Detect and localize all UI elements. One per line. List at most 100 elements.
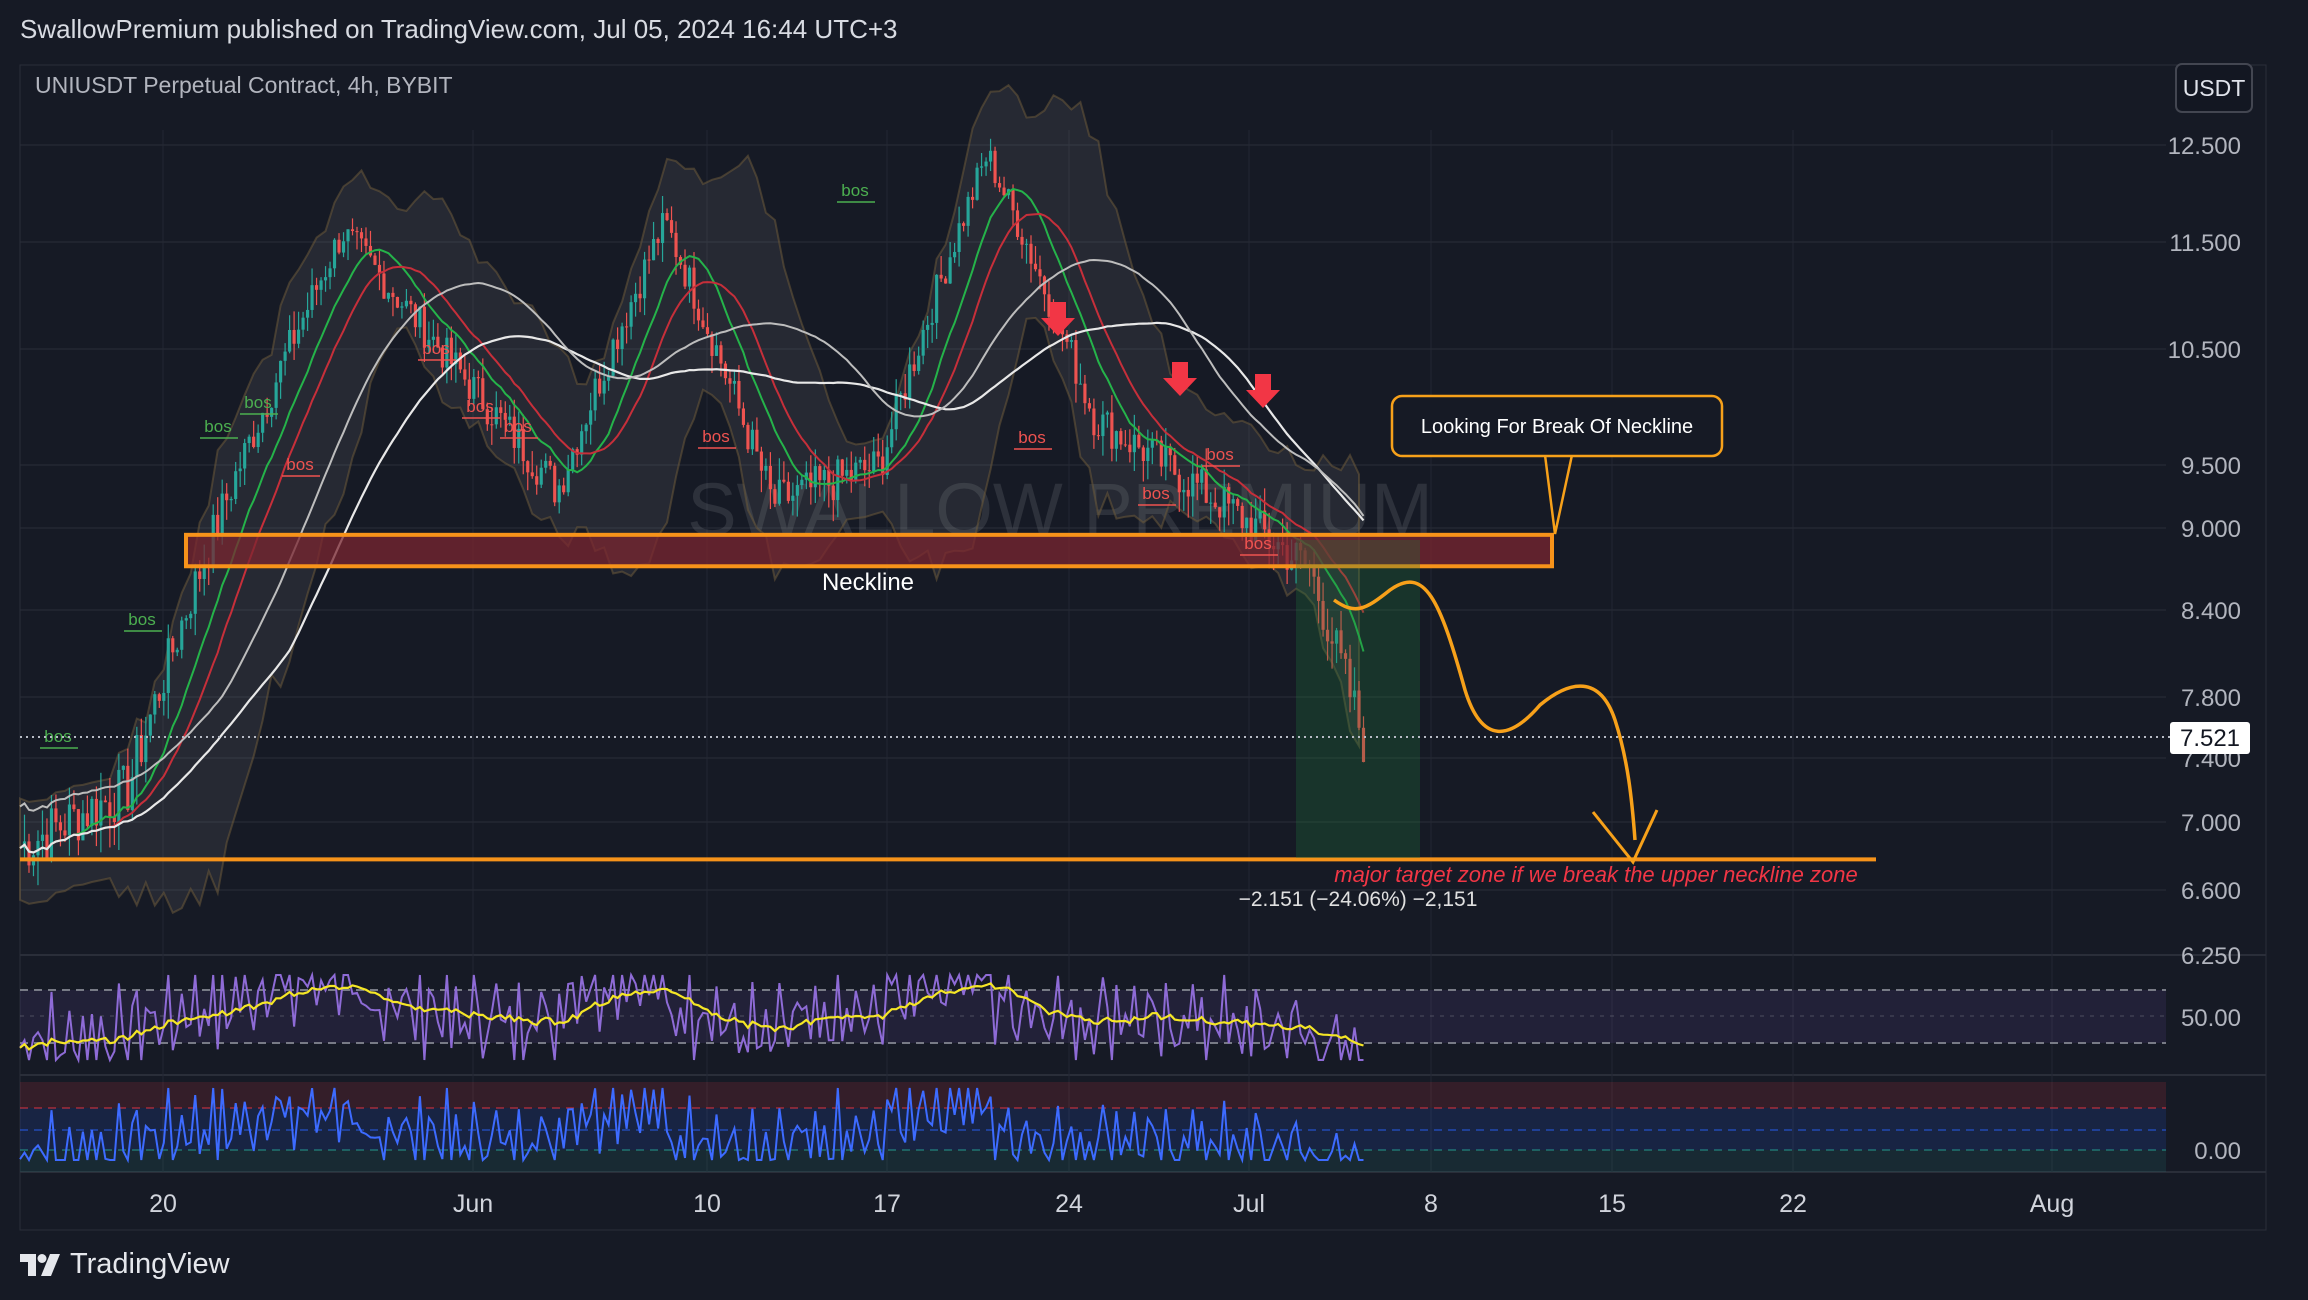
candle-body <box>274 382 278 408</box>
candle-body <box>1074 340 1078 384</box>
candle-body <box>247 436 251 444</box>
candle-body <box>135 735 139 778</box>
candle-body <box>58 822 63 831</box>
price-tick: 6.600 <box>2181 878 2241 905</box>
candle-body <box>719 345 723 364</box>
candle-body <box>674 232 678 258</box>
candle-body <box>234 471 238 499</box>
candle-body <box>750 429 754 450</box>
candle-body <box>243 443 247 469</box>
candle-body <box>755 429 759 452</box>
candle-body <box>701 320 705 328</box>
candle-body <box>912 364 916 372</box>
candle-body <box>935 274 939 323</box>
candle-body <box>1011 189 1015 211</box>
candle-body <box>773 489 777 504</box>
candle-body <box>1114 431 1118 449</box>
time-tick: Jul <box>1233 1190 1265 1218</box>
candle-body <box>1245 517 1249 529</box>
candle-body <box>121 765 125 770</box>
candle-body <box>148 714 152 736</box>
time-tick: 24 <box>1055 1190 1083 1218</box>
candle-body <box>732 380 737 384</box>
candle-body <box>836 459 840 501</box>
candle-body <box>786 481 790 501</box>
candle-body <box>229 498 233 501</box>
candle-body <box>1213 502 1217 508</box>
candle-body <box>494 407 498 425</box>
target-note: major target zone if we break the upper … <box>1334 862 1857 887</box>
candle-body <box>714 345 719 356</box>
candle-body <box>593 378 597 411</box>
candle-body <box>625 326 629 328</box>
candle-body <box>782 479 786 482</box>
candle-body <box>49 808 54 858</box>
bos-label: bos <box>204 417 231 436</box>
bos-label: bos <box>128 610 155 629</box>
osc-tick: 0.00 <box>2194 1138 2241 1165</box>
bos-label: bos <box>504 417 531 436</box>
price-axis[interactable]: 12.500 11.500 10.500 9.500 9.000 8.400 7.800 7.… <box>2168 133 2241 1165</box>
candle-body <box>1033 263 1038 270</box>
candle-body <box>364 238 368 246</box>
price-tick: 9.500 <box>2181 453 2241 480</box>
candle-body <box>220 493 224 535</box>
candle-body <box>1092 408 1096 436</box>
price-tick: 7.000 <box>2181 810 2241 837</box>
candle-body <box>917 355 921 372</box>
candle-body <box>966 196 970 226</box>
candle-body <box>90 798 94 826</box>
candle-body <box>553 465 557 503</box>
candle-body <box>27 841 31 866</box>
bos-label: bos <box>841 181 868 200</box>
candle-body <box>279 360 283 383</box>
candle-body <box>310 285 314 310</box>
candle-body <box>953 251 957 258</box>
candle-body <box>386 292 391 299</box>
price-chart[interactable]: SWALLOW PREMIUM Neckline −2.151 (−24.06%… <box>0 0 2308 1300</box>
time-tick: Jun <box>453 1190 493 1218</box>
candle-body <box>1240 505 1244 529</box>
candle-body <box>988 150 993 162</box>
candle-body <box>1182 489 1186 493</box>
candle-body <box>467 379 471 399</box>
candle-body <box>651 239 656 261</box>
candle-body <box>198 571 202 579</box>
candle-body <box>818 466 822 481</box>
tradingview-logo-text: TradingView <box>70 1248 230 1280</box>
candle-body <box>166 638 170 693</box>
candle-body <box>656 239 660 243</box>
candle-body <box>1204 469 1208 503</box>
candle-body <box>404 300 408 307</box>
candle-body <box>301 317 305 330</box>
candle-body <box>971 196 975 200</box>
candle-body <box>1236 499 1240 506</box>
time-tick: 15 <box>1598 1190 1626 1218</box>
candle-body <box>306 309 310 318</box>
candle-body <box>1069 340 1074 342</box>
candle-body <box>40 834 45 841</box>
candle-body <box>863 459 867 471</box>
tradingview-brand[interactable]: TradingView <box>20 1248 230 1281</box>
candle-body <box>566 469 570 493</box>
candle-body <box>539 467 543 485</box>
candle-body <box>1123 444 1127 446</box>
candle-body <box>710 333 714 356</box>
time-tick: Aug <box>2030 1190 2074 1218</box>
candle-body <box>926 324 930 330</box>
candle-body <box>867 470 871 472</box>
candle-body <box>858 459 862 463</box>
candle-body <box>36 840 40 856</box>
candle-body <box>930 322 934 325</box>
candle-body <box>737 380 741 409</box>
candle-body <box>476 377 480 379</box>
candle-body <box>598 378 602 394</box>
measure-label: −2.151 (−24.06%) −2,151 <box>1239 888 1478 911</box>
candle-body <box>535 476 539 485</box>
candle-body <box>1218 507 1222 518</box>
time-axis[interactable]: 20 Jun 10 17 24 Jul 8 15 22 Aug <box>149 1190 2074 1218</box>
callout-pointer <box>1543 454 1574 535</box>
candle-body <box>1186 489 1190 497</box>
measure-box[interactable] <box>1296 540 1420 858</box>
candle-body <box>1101 414 1105 437</box>
